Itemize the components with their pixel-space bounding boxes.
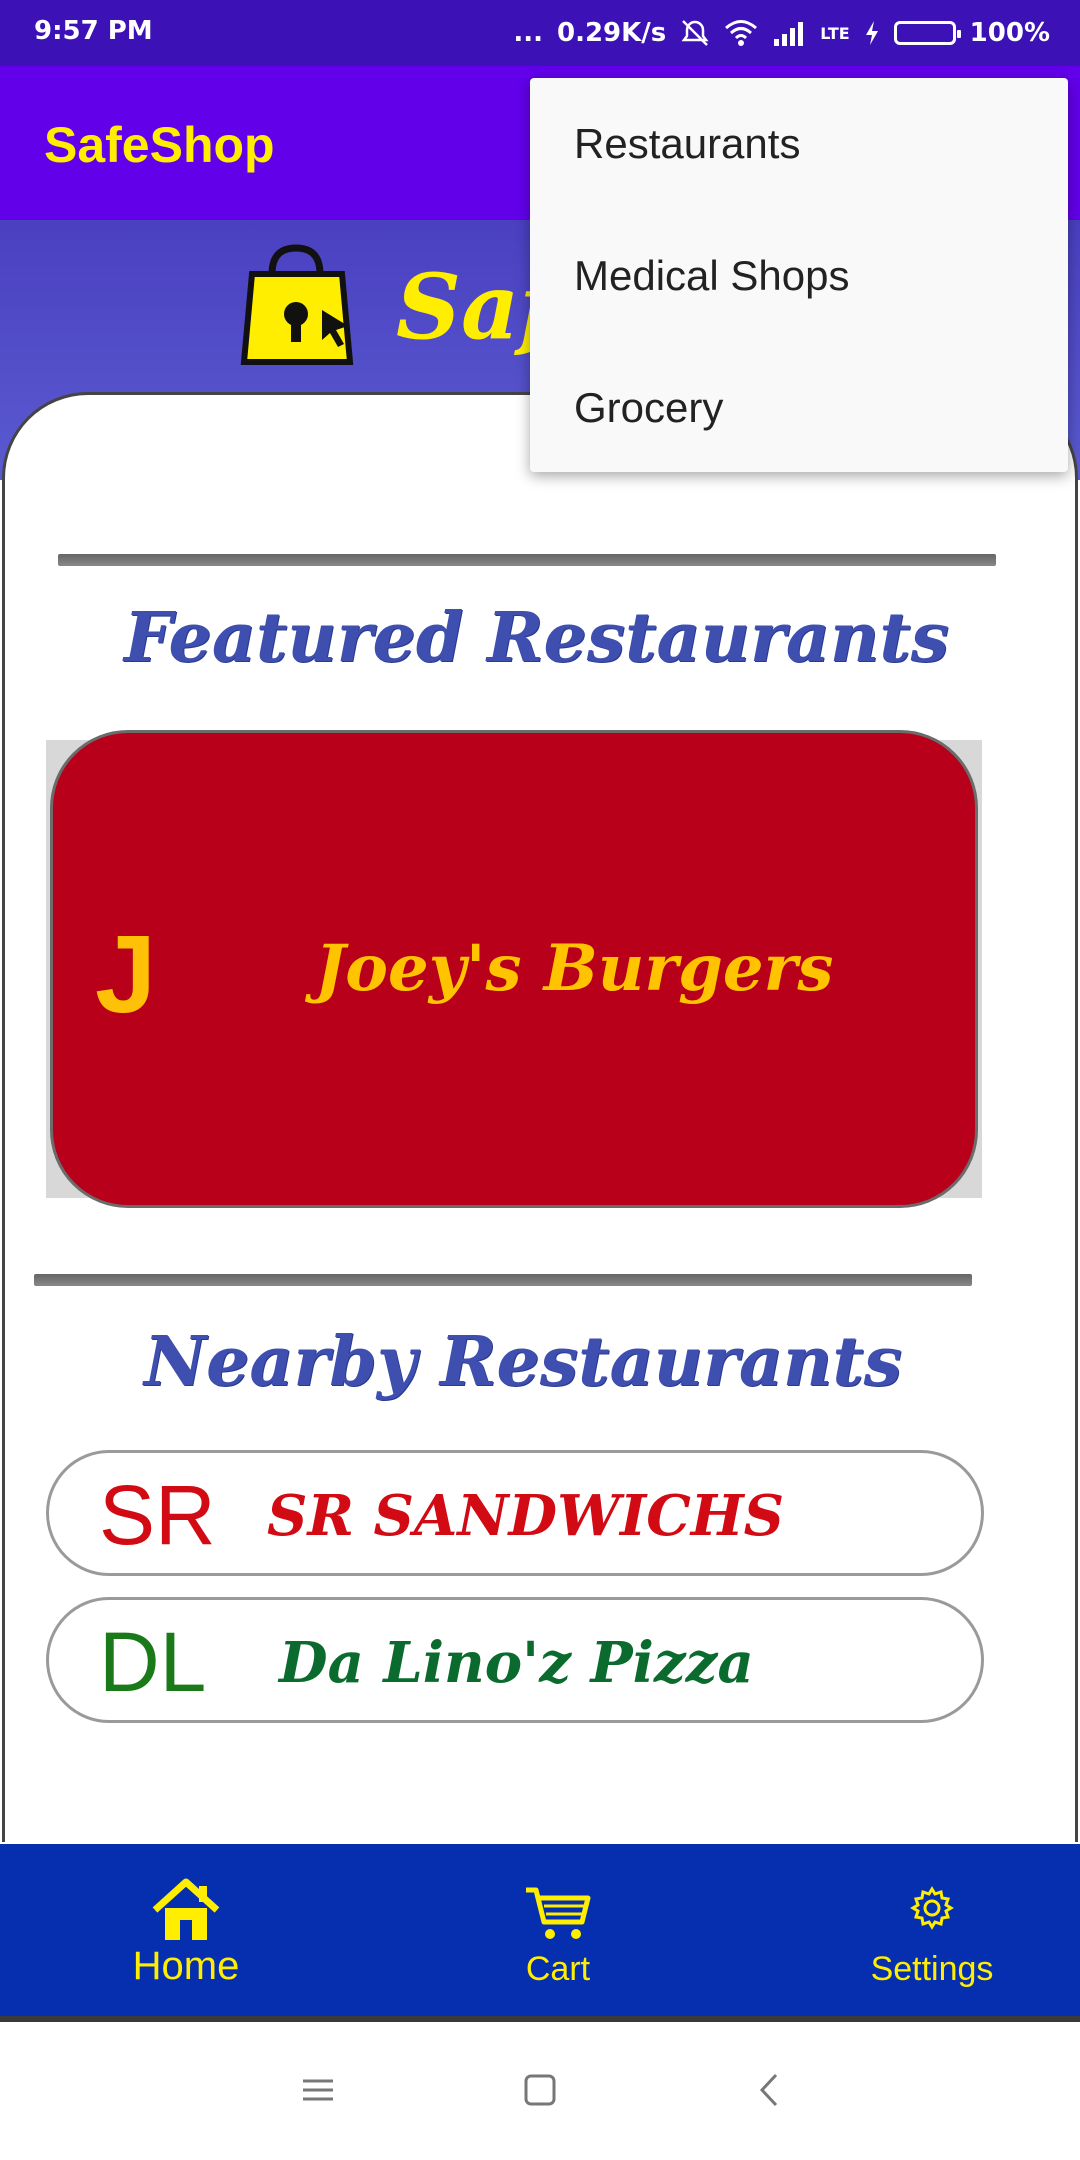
wifi-icon bbox=[724, 19, 758, 47]
bottom-navigation: Home Cart Settings bbox=[0, 1844, 1080, 2022]
nav-home-label: Home bbox=[132, 1944, 240, 1988]
restaurant-name: SR SANDWICHS bbox=[267, 1483, 785, 1549]
nav-settings-label: Settings bbox=[870, 1950, 994, 1988]
featured-restaurant-card[interactable]: J Joey's Burgers bbox=[50, 730, 978, 1208]
status-time: 9:57 PM bbox=[34, 16, 153, 46]
featured-card-frame: J Joey's Burgers bbox=[46, 730, 982, 1208]
network-speed: 0.29K/s bbox=[557, 18, 667, 48]
nearby-title: Nearby Restaurants bbox=[144, 1322, 903, 1402]
nav-cart-label: Cart bbox=[525, 1950, 591, 1988]
status-bar: 9:57 PM ... 0.29K/s LTE 100% bbox=[0, 0, 1080, 66]
featured-restaurant-logo: J bbox=[95, 913, 157, 1036]
nav-settings[interactable]: Settings bbox=[752, 1844, 1080, 2022]
menu-item-restaurants[interactable]: Restaurants bbox=[530, 78, 1068, 210]
app-title: SafeShop bbox=[44, 117, 275, 173]
nearby-restaurant-item[interactable]: DL Da Lino'z Pizza bbox=[46, 1597, 984, 1723]
shopping-bag-lock-icon bbox=[240, 244, 354, 365]
mute-icon bbox=[680, 18, 710, 48]
overflow-menu: Restaurants Medical Shops Grocery bbox=[530, 78, 1068, 472]
gear-icon bbox=[910, 1886, 954, 1930]
system-navigation-bar bbox=[0, 2028, 1080, 2160]
notification-dots: ... bbox=[513, 18, 543, 48]
restaurant-logo: SR bbox=[99, 1468, 216, 1562]
menu-icon[interactable] bbox=[300, 2072, 336, 2108]
home-square-icon[interactable] bbox=[522, 2072, 558, 2108]
battery-percent: 100% bbox=[969, 18, 1050, 48]
home-icon bbox=[152, 1878, 220, 1940]
status-icons: ... 0.29K/s LTE 100% bbox=[513, 12, 1050, 54]
cart-icon bbox=[526, 1887, 591, 1939]
charging-icon bbox=[864, 19, 880, 47]
featured-divider bbox=[58, 554, 996, 566]
battery-icon bbox=[893, 21, 961, 45]
lte-label: LTE bbox=[820, 23, 850, 43]
featured-restaurant-name: Joey's Burgers bbox=[315, 931, 834, 1006]
restaurant-name: Da Lino'z Pizza bbox=[279, 1630, 754, 1696]
restaurant-logo: DL bbox=[99, 1615, 207, 1709]
featured-title: Featured Restaurants bbox=[124, 598, 950, 678]
nearby-restaurant-item[interactable]: SR SR SANDWICHS bbox=[46, 1450, 984, 1576]
menu-item-grocery[interactable]: Grocery bbox=[530, 342, 1068, 474]
nav-home[interactable]: Home bbox=[6, 1844, 366, 2022]
nav-cart[interactable]: Cart bbox=[378, 1844, 738, 2022]
nearby-divider bbox=[34, 1274, 972, 1286]
signal-icon bbox=[772, 19, 806, 47]
menu-item-medical-shops[interactable]: Medical Shops bbox=[530, 210, 1068, 342]
back-icon[interactable] bbox=[752, 2072, 788, 2108]
